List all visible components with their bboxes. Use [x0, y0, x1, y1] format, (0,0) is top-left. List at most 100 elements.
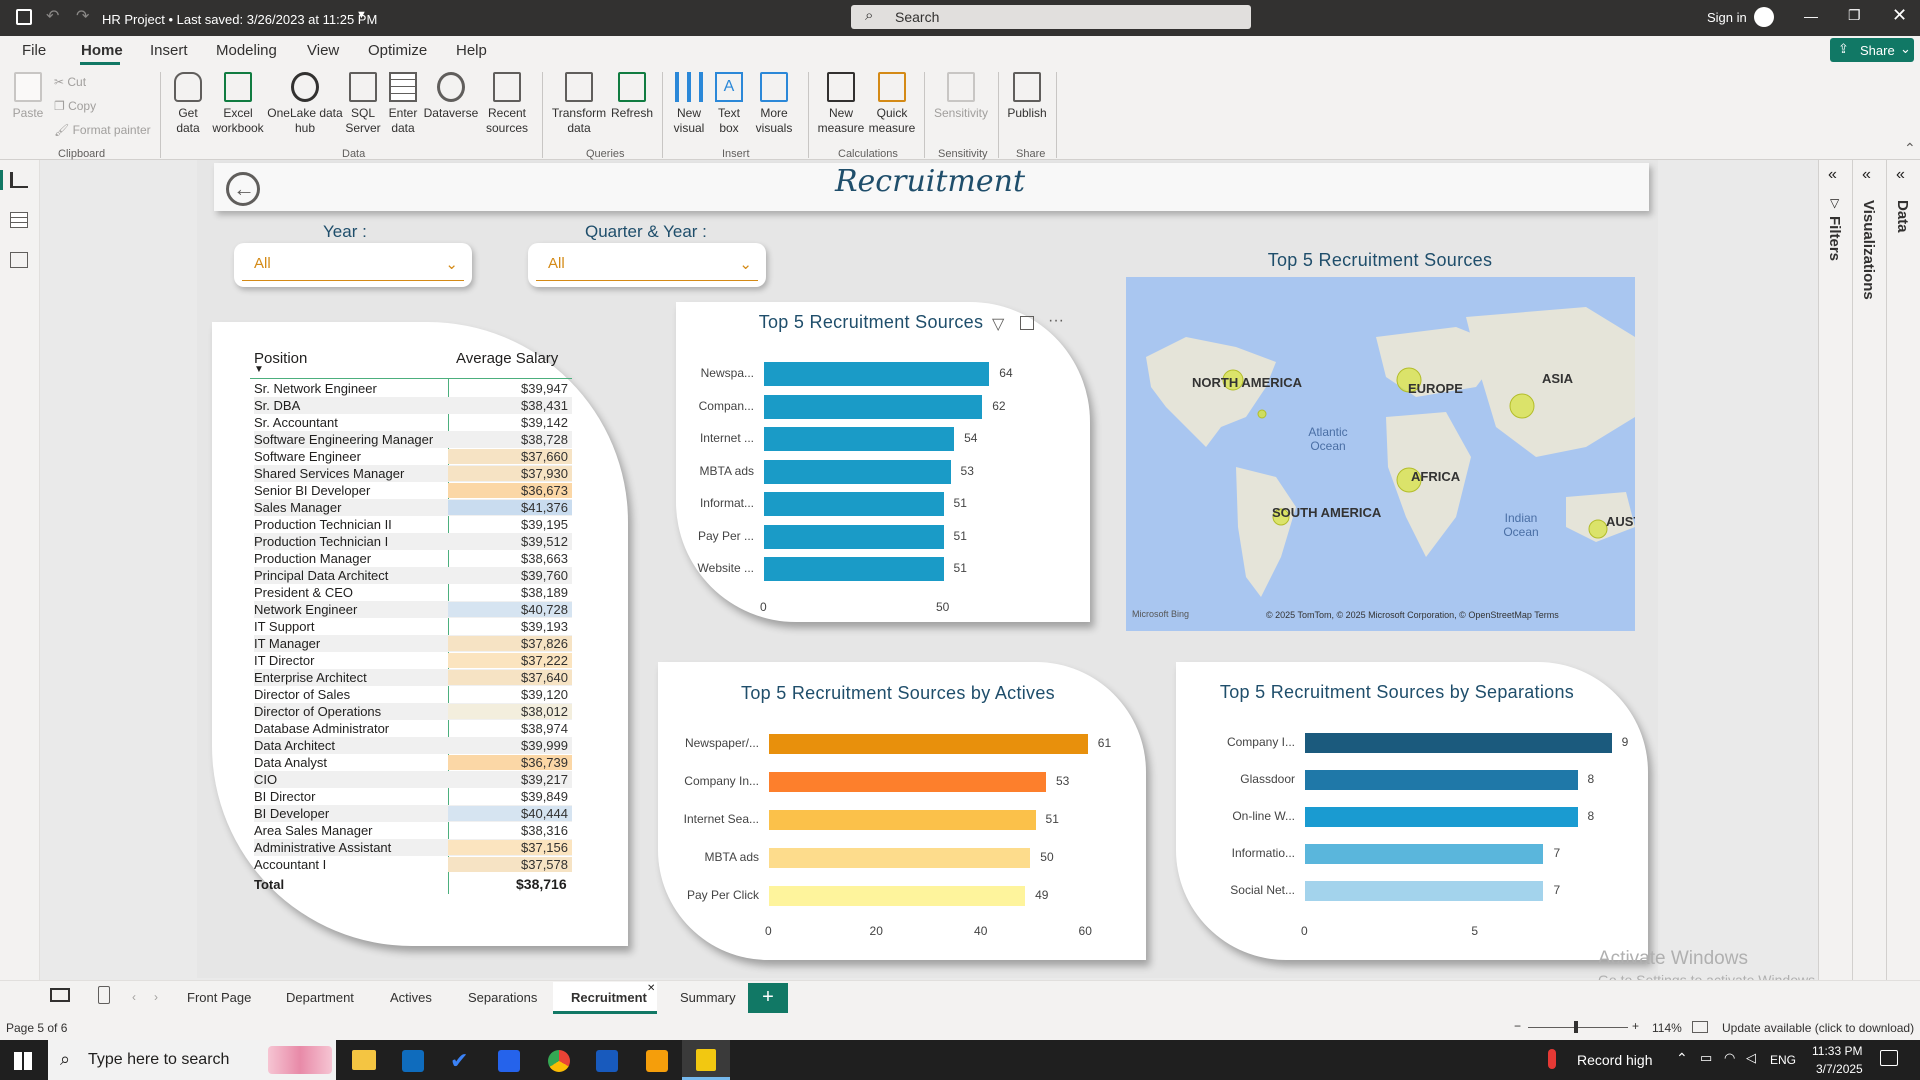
excel-workbook-button[interactable]: Excel workbook — [210, 72, 266, 136]
table-row[interactable]: IT Manager $37,826 — [254, 635, 572, 652]
notification-icon[interactable] — [1880, 1050, 1898, 1066]
add-page-button[interactable]: + — [748, 983, 788, 1013]
app-file-explorer-icon[interactable] — [352, 1050, 376, 1070]
table-row[interactable]: Sr. Accountant $39,142 — [254, 414, 572, 431]
table-row[interactable]: Data Analyst $36,739 — [254, 754, 572, 771]
windows-start-icon[interactable] — [14, 1052, 32, 1070]
share-button[interactable]: ⇪ Share ⌄ — [1830, 38, 1914, 62]
transform-data-button[interactable]: Transform data — [550, 72, 608, 136]
undo-icon[interactable]: ↶ — [46, 6, 59, 26]
search-box[interactable]: ⌕ Search — [851, 5, 1251, 29]
menu-file[interactable]: File — [22, 42, 46, 59]
fit-to-page-icon[interactable] — [1692, 1021, 1708, 1033]
table-view-icon[interactable] — [10, 212, 28, 228]
table-row[interactable]: Area Sales Manager $38,316 — [254, 822, 572, 839]
weather-text[interactable]: Record high — [1577, 1052, 1653, 1068]
expand-visualizations-icon[interactable]: « — [1862, 166, 1871, 184]
get-data-button[interactable]: Get data — [168, 72, 208, 136]
filter-icon[interactable]: ▽ — [992, 314, 1004, 334]
map-visual[interactable]: NORTH AMERICA EUROPE ASIA AFRICA SOUTH A… — [1126, 277, 1635, 631]
bar[interactable] — [769, 772, 1046, 792]
app-powerbi-active[interactable] — [682, 1040, 730, 1080]
visualizations-pane-tab[interactable]: Visualizations — [1860, 200, 1877, 300]
quarter-slicer[interactable]: All ⌄ — [528, 243, 766, 287]
menu-home[interactable]: Home — [81, 42, 123, 59]
cut-button[interactable]: ✂ Cut — [54, 75, 86, 89]
title-dropdown-icon[interactable]: ▼ — [356, 9, 367, 21]
expand-data-icon[interactable]: « — [1896, 166, 1905, 184]
collapse-ribbon-icon[interactable]: ⌃ — [1904, 140, 1916, 157]
app-todo-icon[interactable]: ✔ — [450, 1048, 468, 1074]
bar[interactable] — [764, 362, 990, 386]
app-chrome-icon[interactable] — [548, 1050, 570, 1072]
publish-button[interactable]: Publish — [1004, 72, 1050, 121]
table-row[interactable]: Database Administrator $38,974 — [254, 720, 572, 737]
filters-pane-tab[interactable]: Filters — [1826, 216, 1843, 261]
menu-optimize[interactable]: Optimize — [368, 42, 427, 59]
table-row[interactable]: Accountant I $37,578 — [254, 856, 572, 873]
zoom-slider-thumb[interactable] — [1574, 1021, 1578, 1033]
year-slicer[interactable]: All ⌄ — [234, 243, 472, 287]
bar[interactable] — [764, 394, 983, 419]
table-row[interactable]: Data Architect $39,999 — [254, 737, 572, 754]
table-row[interactable]: Enterprise Architect $37,640 — [254, 669, 572, 686]
bar[interactable] — [764, 459, 951, 484]
table-row[interactable]: Production Technician I $39,512 — [254, 533, 572, 550]
bar[interactable] — [769, 848, 1031, 868]
zoom-slider[interactable] — [1528, 1027, 1628, 1028]
bar[interactable] — [769, 886, 1026, 906]
bar[interactable] — [769, 734, 1088, 754]
recent-sources-button[interactable]: Recent sources — [482, 72, 532, 136]
app-word-icon[interactable] — [596, 1050, 618, 1072]
more-visuals-button[interactable]: More visuals — [750, 72, 798, 136]
bar[interactable] — [764, 427, 955, 451]
sensitivity-button[interactable]: Sensitivity — [930, 72, 992, 121]
taskbar-search[interactable]: ⌕ Type here to search — [48, 1040, 336, 1080]
enter-data-button[interactable]: Enter data — [384, 72, 422, 136]
app-outlook-icon[interactable] — [402, 1050, 424, 1072]
tab-separations[interactable]: Separations — [468, 990, 537, 1005]
dataverse-button[interactable]: Dataverse — [422, 72, 480, 121]
tab-recruitment[interactable]: Recruitment — [571, 990, 647, 1005]
zoom-out-icon[interactable]: − — [1514, 1019, 1521, 1033]
refresh-button[interactable]: Refresh — [610, 72, 654, 121]
bar[interactable] — [764, 557, 944, 581]
desktop-layout-icon[interactable] — [50, 988, 70, 1002]
table-row[interactable]: President & CEO $38,189 — [254, 584, 572, 601]
expand-filters-icon[interactable]: « — [1828, 166, 1837, 184]
table-row[interactable]: Network Engineer $40,728 — [254, 601, 572, 618]
format-painter-button[interactable]: 🖌 Format painter — [54, 123, 151, 137]
table-row[interactable]: BI Director $39,849 — [254, 788, 572, 805]
tab-scroll-left-icon[interactable]: ‹ — [132, 990, 136, 1004]
table-row[interactable]: Shared Services Manager $37,930 — [254, 465, 572, 482]
account-icon[interactable] — [1754, 7, 1774, 27]
quick-measure-button[interactable]: Quick measure — [868, 72, 916, 136]
data-pane-tab[interactable]: Data — [1894, 200, 1911, 233]
onelake-button[interactable]: OneLake data hub — [266, 72, 344, 136]
sort-descending-icon[interactable]: ▼ — [254, 364, 264, 375]
table-row[interactable]: IT Director $37,222 — [254, 652, 572, 669]
tray-chevron-icon[interactable]: ⌃ — [1676, 1050, 1688, 1067]
focus-mode-icon[interactable] — [1020, 316, 1034, 330]
app-slides-icon[interactable] — [646, 1050, 668, 1072]
back-button[interactable]: ← — [226, 172, 260, 206]
bar[interactable] — [1305, 881, 1544, 901]
table-row[interactable]: Director of Operations $38,012 — [254, 703, 572, 720]
new-visual-button[interactable]: New visual — [670, 72, 708, 136]
bar[interactable] — [1305, 733, 1612, 753]
bar[interactable] — [1305, 844, 1544, 864]
tab-summary[interactable]: Summary — [680, 990, 736, 1005]
paste-button[interactable]: Paste — [10, 72, 46, 121]
bar[interactable] — [1305, 807, 1578, 827]
menu-modeling[interactable]: Modeling — [216, 42, 277, 59]
table-row[interactable]: Sr. Network Engineer $39,947 — [254, 380, 572, 397]
tab-actives[interactable]: Actives — [390, 990, 432, 1005]
new-measure-button[interactable]: New measure — [816, 72, 866, 136]
tray-volume-icon[interactable]: ◁ — [1746, 1050, 1756, 1066]
table-row[interactable]: Software Engineering Manager $38,728 — [254, 431, 572, 448]
redo-icon[interactable]: ↷ — [76, 6, 89, 26]
close-window-icon[interactable]: ✕ — [1892, 5, 1907, 26]
table-row[interactable]: Sales Manager $41,376 — [254, 499, 572, 516]
report-view-icon[interactable] — [10, 172, 28, 188]
tray-wifi-icon[interactable]: ◠ — [1724, 1050, 1735, 1066]
